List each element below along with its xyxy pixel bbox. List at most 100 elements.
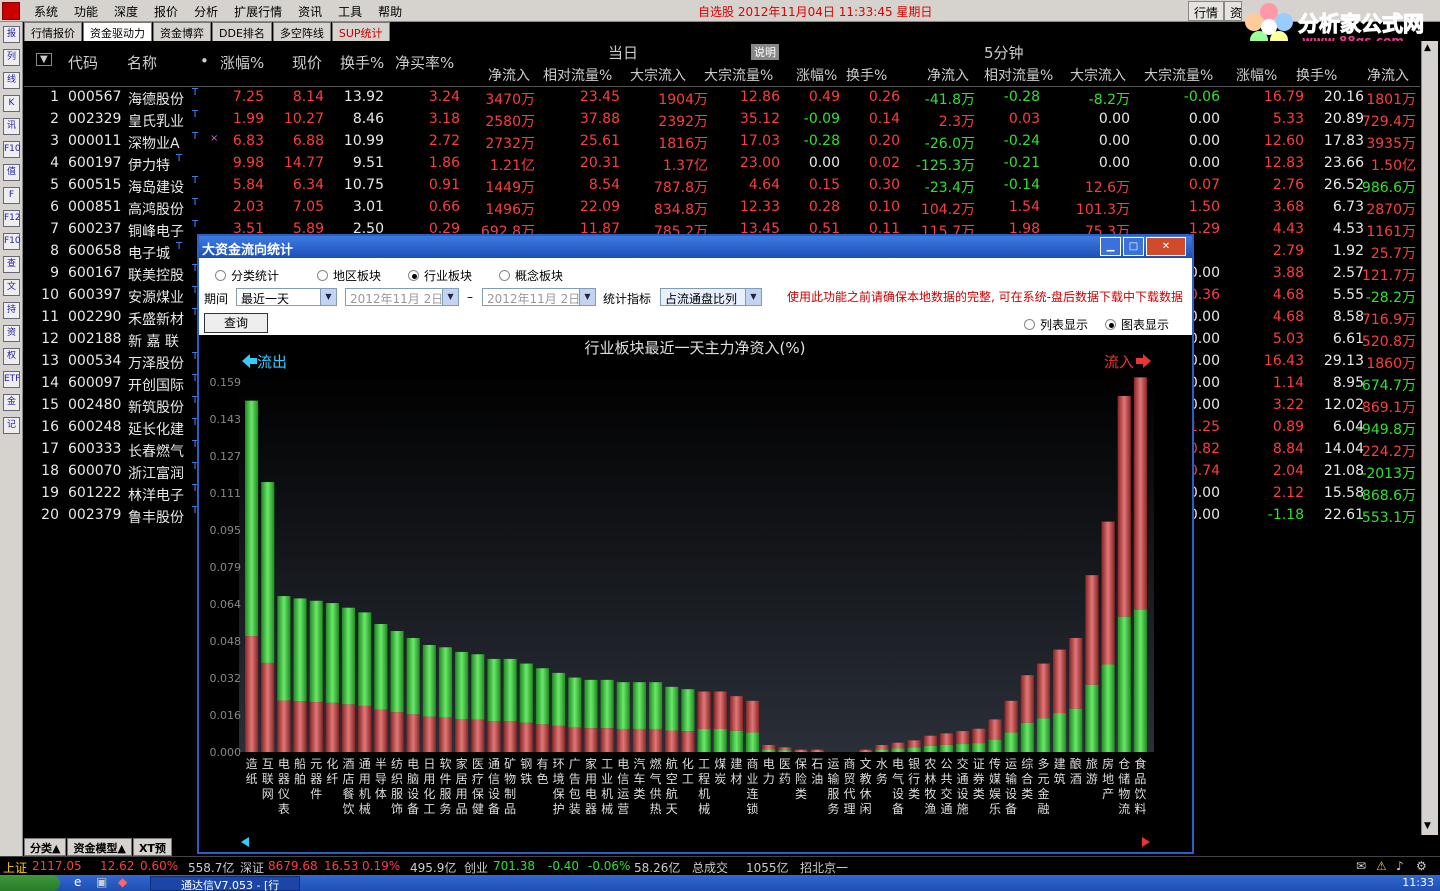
- col-net-buy-rate[interactable]: 净买率%: [395, 52, 454, 73]
- right-value: 716.9万: [1361, 312, 1416, 328]
- menu-item[interactable]: 工具: [330, 3, 370, 20]
- stock-code: 000851: [68, 199, 122, 215]
- subcol-header[interactable]: 涨幅%: [1236, 65, 1277, 85]
- toolbar-button[interactable]: 值: [3, 164, 20, 181]
- menu-item[interactable]: 资讯: [290, 3, 330, 20]
- toolbar-button[interactable]: K: [3, 95, 20, 112]
- radio-list-view[interactable]: 列表显示: [1024, 316, 1088, 333]
- tab-fund-game[interactable]: 资金博弈: [153, 22, 211, 41]
- toolbar-button[interactable]: 查: [3, 256, 20, 273]
- toolbar-button[interactable]: F10: [3, 141, 21, 158]
- tab-fund-driver[interactable]: 资金驱动力: [83, 22, 152, 41]
- quicklaunch-icon[interactable]: ▣: [96, 875, 107, 889]
- subcol-header[interactable]: 净流入: [927, 65, 969, 85]
- right-value: 8.58: [1332, 309, 1364, 325]
- col-name[interactable]: 名称: [127, 52, 157, 73]
- period-select[interactable]: 最近一天 ▼: [236, 288, 337, 306]
- toolbar-button[interactable]: 权: [3, 348, 20, 365]
- col-turnover[interactable]: 换手%: [340, 52, 384, 73]
- subcol-header[interactable]: 大宗流入: [1070, 65, 1126, 85]
- quote-button[interactable]: 行情: [1188, 1, 1225, 21]
- settings-icon[interactable]: ⚙: [1416, 859, 1427, 873]
- start-date-picker[interactable]: 2012年11月 2日 ▼: [345, 288, 459, 306]
- net-buy-rate: 3.18: [428, 111, 460, 127]
- toolbar-button[interactable]: 记: [3, 417, 20, 434]
- table-row[interactable]: 3 000011 深物业A T × 6.83 6.88 10.99 2.72 2732万 25.61…: [24, 131, 1420, 153]
- subcol-header[interactable]: 大宗流量%: [1144, 65, 1213, 85]
- subcol-header[interactable]: 换手%: [846, 65, 887, 85]
- start-button[interactable]: [0, 875, 60, 891]
- radio-icon: [499, 270, 510, 281]
- tab-sup-stats[interactable]: SUP统计: [331, 22, 390, 41]
- subcol-header[interactable]: 涨幅%: [796, 65, 837, 85]
- toolbar-button[interactable]: 资: [3, 325, 20, 342]
- subcol-header[interactable]: 相对流量%: [543, 65, 612, 85]
- radio-category-stats[interactable]: 分类统计: [215, 267, 279, 284]
- five-min-value: 0.00: [1188, 111, 1220, 127]
- subcol-header[interactable]: 换手%: [1296, 65, 1337, 85]
- scroll-up-icon[interactable]: ▲: [1424, 43, 1431, 53]
- mail-icon[interactable]: ✉: [1356, 859, 1366, 873]
- metric-select[interactable]: 占流通盘比列 ▼: [660, 288, 762, 306]
- sort-dropdown[interactable]: ▼: [36, 53, 52, 66]
- price: 6.88: [292, 133, 324, 149]
- toolbar-button[interactable]: 线: [3, 72, 20, 89]
- tab-fund-model[interactable]: 资金模型▲: [67, 838, 132, 856]
- toolbar-button[interactable]: 持: [3, 302, 20, 319]
- tab-dde-rank[interactable]: DDE排名: [212, 22, 272, 41]
- vertical-scrollbar[interactable]: ▲ ▼: [1421, 41, 1438, 835]
- close-icon[interactable]: ✕: [1146, 237, 1186, 256]
- subcol-header[interactable]: 相对流量%: [984, 65, 1053, 85]
- toolbar-button[interactable]: 金: [3, 394, 20, 411]
- menu-item[interactable]: 分析: [186, 3, 226, 20]
- end-date-picker[interactable]: 2012年11月 2日 ▼: [482, 288, 596, 306]
- radio-concept-sector[interactable]: 概念板块: [499, 267, 563, 284]
- browser-icon[interactable]: e: [74, 875, 81, 889]
- tab-xt[interactable]: XT预: [132, 838, 172, 856]
- toolbar-button[interactable]: F12: [3, 210, 21, 227]
- table-row[interactable]: 1 000567 海德股份 T 7.25 8.14 13.92 3.24 3470万 23.45 1…: [24, 87, 1420, 109]
- alert-icon[interactable]: ⚠: [1376, 859, 1387, 873]
- menu-item[interactable]: 帮助: [370, 3, 410, 20]
- x-tick-char: 商: [747, 756, 759, 771]
- menu-item[interactable]: 深度: [106, 3, 146, 20]
- table-row[interactable]: 6 000851 高鸿股份 T 2.03 7.05 3.01 0.66 1496万 22.09 83…: [24, 197, 1420, 219]
- maximize-icon[interactable]: □: [1123, 237, 1144, 256]
- subcol-header[interactable]: 大宗流入: [630, 65, 686, 85]
- explain-button[interactable]: 说明: [751, 44, 779, 60]
- minimize-icon[interactable]: ▁: [1100, 237, 1121, 256]
- radio-region-sector[interactable]: 地区板块: [317, 267, 381, 284]
- query-button[interactable]: 查询: [204, 313, 268, 333]
- toolbar-button[interactable]: 讯: [3, 118, 20, 135]
- toolbar-button[interactable]: 列: [3, 49, 20, 66]
- menu-item[interactable]: 功能: [66, 3, 106, 20]
- subcol-header[interactable]: 净流入: [1367, 65, 1409, 85]
- menu-item[interactable]: 报价: [146, 3, 186, 20]
- x-tick-char: 机: [698, 787, 710, 801]
- app-quicklaunch-icon[interactable]: ◆: [118, 875, 127, 889]
- radio-chart-view[interactable]: 图表显示: [1105, 316, 1169, 333]
- subcol-header[interactable]: 大宗流量%: [704, 65, 773, 85]
- col-price[interactable]: 现价: [292, 52, 322, 73]
- col-change-pct[interactable]: 涨幅%: [220, 52, 264, 73]
- toolbar-button[interactable]: 报: [3, 26, 20, 43]
- toolbar-button[interactable]: F10: [3, 233, 21, 250]
- taskbar-app-item[interactable]: 通达信V7.053 - [行: [150, 876, 300, 891]
- table-row[interactable]: 2 002329 皇氏乳业 T 1.99 10.27 8.46 3.18 2580万 37.88 2…: [24, 109, 1420, 131]
- subcol-header[interactable]: 净流入: [488, 65, 530, 85]
- table-row[interactable]: 5 600515 海岛建设 T 5.84 6.34 10.75 0.91 1449万 8.54 78…: [24, 175, 1420, 197]
- right-value: 8.84: [1272, 441, 1304, 457]
- col-code[interactable]: 代码: [68, 52, 98, 73]
- table-row[interactable]: 4 600197 伊力特 T 9.98 14.77 9.51 1.86 1.21亿 20.31 1.…: [24, 153, 1420, 175]
- radio-industry-sector[interactable]: 行业板块: [408, 267, 472, 284]
- menu-item[interactable]: 系统: [26, 3, 66, 20]
- tab-long-short[interactable]: 多空阵线: [272, 22, 331, 41]
- menu-item[interactable]: 扩展行情: [226, 3, 290, 20]
- toolbar-button[interactable]: 文: [3, 279, 20, 296]
- scroll-down-icon[interactable]: ▼: [1424, 821, 1431, 831]
- speaker-icon[interactable]: ♪: [1396, 859, 1404, 873]
- toolbar-button[interactable]: F: [3, 187, 20, 204]
- tab-quotes[interactable]: 行情报价: [24, 22, 82, 41]
- toolbar-button[interactable]: ETF: [3, 371, 20, 388]
- tab-category[interactable]: 分类▲: [24, 838, 67, 856]
